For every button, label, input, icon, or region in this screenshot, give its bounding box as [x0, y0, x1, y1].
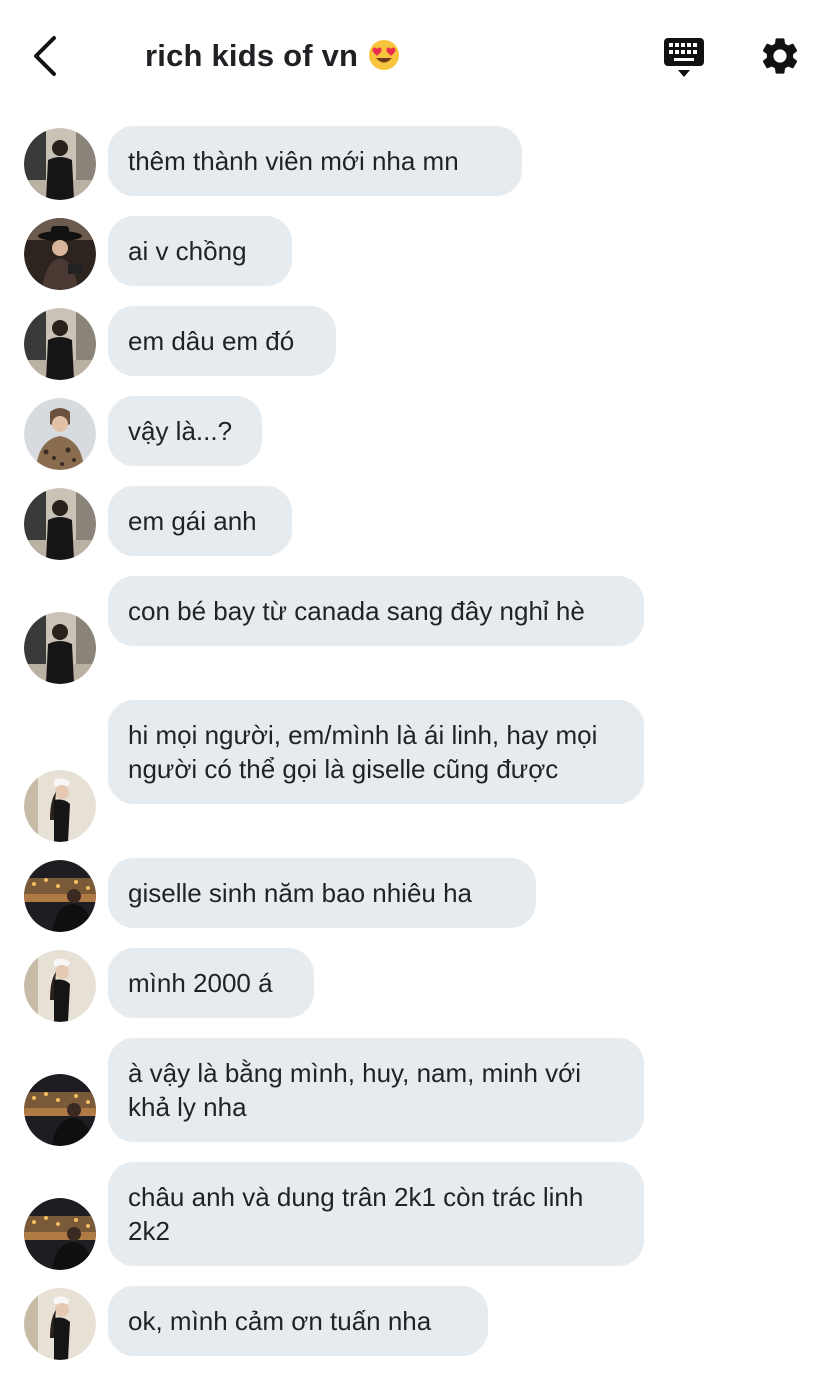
- avatar[interactable]: [24, 770, 96, 842]
- avatar[interactable]: [24, 398, 96, 470]
- message-bubble[interactable]: mình 2000 á: [108, 948, 314, 1018]
- message-bubble[interactable]: ai v chồng: [108, 216, 292, 286]
- message-bubble[interactable]: con bé bay từ canada sang đây nghỉ hè: [108, 576, 644, 646]
- heart-eyes-emoji-icon: [368, 39, 400, 71]
- message-bubble[interactable]: châu anh và dung trân 2k1 còn trác linh …: [108, 1162, 644, 1266]
- avatar[interactable]: [24, 1288, 96, 1360]
- message-bubble[interactable]: em gái anh: [108, 486, 292, 556]
- avatar[interactable]: [24, 860, 96, 932]
- chat-header: rich kids of vn: [0, 0, 828, 110]
- message-bubble[interactable]: thêm thành viên mới nha mn: [108, 126, 522, 196]
- avatar[interactable]: [24, 488, 96, 560]
- avatar[interactable]: [24, 612, 96, 684]
- avatar[interactable]: [24, 128, 96, 200]
- keyboard-icon: [664, 38, 704, 77]
- avatar[interactable]: [24, 950, 96, 1022]
- message-bubble[interactable]: à vậy là bằng mình, huy, nam, minh với k…: [108, 1038, 644, 1142]
- back-button[interactable]: [28, 32, 68, 80]
- chat-title: rich kids of vn: [145, 38, 400, 74]
- message-bubble[interactable]: vậy là...?: [108, 396, 262, 466]
- avatar[interactable]: [24, 1198, 96, 1270]
- message-bubble[interactable]: hi mọi người, em/mình là ái linh, hay mọ…: [108, 700, 644, 804]
- keyboard-button[interactable]: [660, 34, 708, 80]
- message-bubble[interactable]: giselle sinh năm bao nhiêu ha: [108, 858, 536, 928]
- chevron-left-icon: [34, 36, 56, 76]
- chat-title-text: rich kids of vn: [145, 38, 359, 73]
- gear-icon: [762, 38, 798, 74]
- avatar[interactable]: [24, 308, 96, 380]
- avatar[interactable]: [24, 218, 96, 290]
- avatar[interactable]: [24, 1074, 96, 1146]
- settings-button[interactable]: [758, 34, 802, 78]
- message-bubble[interactable]: ok, mình cảm ơn tuấn nha: [108, 1286, 488, 1356]
- message-bubble[interactable]: em dâu em đó: [108, 306, 336, 376]
